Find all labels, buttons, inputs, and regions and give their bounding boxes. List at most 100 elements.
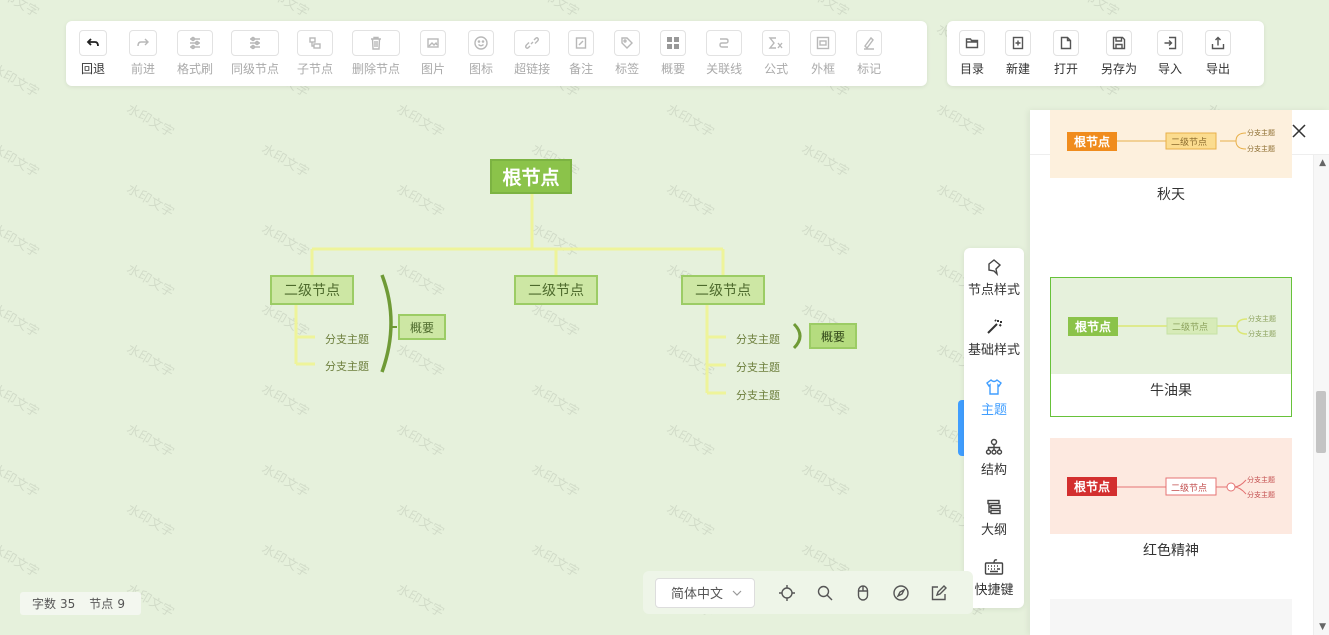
mark-button[interactable]: 标记 bbox=[856, 30, 883, 77]
association-line-button[interactable]: 关联线 bbox=[706, 30, 742, 77]
word-count-value: 35 bbox=[60, 596, 76, 611]
formula-icon bbox=[762, 30, 791, 56]
scrollbar-thumb[interactable] bbox=[1316, 391, 1326, 453]
search-icon bbox=[817, 585, 833, 600]
summary-label: 概要 bbox=[661, 62, 686, 76]
preview-branch: 分支主题 bbox=[1248, 330, 1276, 338]
branch-topic[interactable]: 分支主题 bbox=[736, 331, 780, 347]
redo-icon bbox=[129, 30, 157, 56]
open-label: 打开 bbox=[1053, 62, 1078, 76]
export-icon bbox=[1205, 30, 1232, 56]
mouse-mode-button[interactable] bbox=[853, 583, 873, 603]
summary-brace-right bbox=[792, 322, 802, 350]
second-level-node-1[interactable]: 二级节点 bbox=[270, 275, 354, 305]
outer-frame-button[interactable]: 外框 bbox=[810, 30, 837, 77]
theme-name: 牛油果 bbox=[1150, 383, 1192, 399]
theme-card-next[interactable] bbox=[1050, 599, 1292, 635]
outline-icon bbox=[987, 499, 1001, 515]
note-button[interactable]: 备注 bbox=[568, 30, 595, 77]
root-node[interactable]: 根节点 bbox=[490, 159, 572, 194]
open-button[interactable]: 打开 bbox=[1053, 30, 1079, 77]
second-level-node-2[interactable]: 二级节点 bbox=[514, 275, 598, 305]
outer-frame-icon bbox=[810, 30, 837, 56]
right-sidebar-nav: 节点样式 基础样式 主题 结构 大纲 快捷键 bbox=[964, 248, 1024, 608]
navigator-button[interactable] bbox=[891, 583, 911, 603]
summary-node-1[interactable]: 概要 bbox=[398, 314, 446, 340]
child-node-button[interactable]: 子节点 bbox=[297, 30, 333, 77]
theme-card-avocado[interactable]: 根节点 二级节点 分支主题 分支主题 牛油果 bbox=[1050, 277, 1292, 417]
new-button[interactable]: 新建 bbox=[1005, 30, 1031, 77]
nav-label: 节点样式 bbox=[967, 283, 1020, 298]
export-label: 导出 bbox=[1206, 62, 1231, 76]
delete-node-button[interactable]: 删除节点 bbox=[352, 30, 400, 77]
format-brush-icon bbox=[177, 30, 213, 56]
format-brush-label: 格式刷 bbox=[177, 62, 214, 76]
nav-theme[interactable]: 主题 bbox=[964, 378, 1024, 418]
import-label: 导入 bbox=[1158, 62, 1183, 76]
delete-node-label: 删除节点 bbox=[352, 62, 401, 76]
word-count-label: 字数 bbox=[32, 597, 57, 611]
structure-icon bbox=[985, 438, 1003, 455]
undo-button[interactable]: 回退 bbox=[79, 30, 107, 77]
theme-card-autumn[interactable]: 根节点 二级节点 分支主题 分支主题 秋天 bbox=[1050, 110, 1292, 204]
image-button[interactable]: 图片 bbox=[420, 30, 447, 77]
scroll-down-icon[interactable]: ▼ bbox=[1319, 622, 1326, 632]
nav-label: 基础样式 bbox=[967, 343, 1020, 358]
tag-button[interactable]: 标签 bbox=[614, 30, 641, 77]
format-brush-button[interactable]: 格式刷 bbox=[177, 30, 213, 77]
preview-second: 二级节点 bbox=[1172, 323, 1209, 333]
theme-preview: 根节点 二级节点 分支主题 分支主题 bbox=[1050, 438, 1292, 534]
folder-icon bbox=[959, 30, 985, 56]
nav-label: 快捷键 bbox=[974, 583, 1014, 598]
nav-outline[interactable]: 大纲 bbox=[964, 498, 1024, 538]
undo-icon bbox=[79, 30, 107, 56]
theme-preview: 根节点 二级节点 分支主题 分支主题 bbox=[1050, 110, 1292, 178]
close-icon[interactable] bbox=[1291, 123, 1307, 139]
preview-branch: 分支主题 bbox=[1247, 491, 1275, 499]
locate-button[interactable] bbox=[777, 583, 797, 603]
export-button[interactable]: 导出 bbox=[1205, 30, 1232, 77]
scroll-up-icon[interactable]: ▲ bbox=[1319, 158, 1326, 168]
summary-button[interactable]: 概要 bbox=[660, 30, 687, 77]
outer-frame-label: 外框 bbox=[811, 62, 836, 76]
preview-branch: 分支主题 bbox=[1247, 129, 1275, 137]
formula-button[interactable]: 公式 bbox=[762, 30, 791, 77]
nav-shortcuts[interactable]: 快捷键 bbox=[964, 558, 1024, 598]
mark-icon bbox=[856, 30, 883, 56]
keyboard-icon bbox=[984, 559, 1004, 575]
search-button[interactable] bbox=[815, 583, 835, 603]
nav-basic-style[interactable]: 基础样式 bbox=[964, 318, 1024, 358]
branch-topic[interactable]: 分支主题 bbox=[325, 358, 369, 374]
redo-button[interactable]: 前进 bbox=[129, 30, 157, 77]
navigator-icon bbox=[893, 584, 909, 601]
import-button[interactable]: 导入 bbox=[1157, 30, 1184, 77]
theme-name: 红色精神 bbox=[1143, 543, 1199, 559]
preview-root: 根节点 bbox=[1068, 317, 1118, 336]
preview-branch: 分支主题 bbox=[1248, 315, 1276, 323]
language-select[interactable]: 简体中文 bbox=[655, 577, 755, 608]
nav-structure[interactable]: 结构 bbox=[964, 438, 1024, 478]
nav-node-style[interactable]: 节点样式 bbox=[964, 258, 1024, 298]
branch-topic[interactable]: 分支主题 bbox=[736, 387, 780, 403]
emoji-icon bbox=[468, 30, 495, 56]
second-level-node-3[interactable]: 二级节点 bbox=[681, 275, 765, 305]
theme-card-red-spirit[interactable]: 根节点 二级节点 分支主题 分支主题 红色精神 bbox=[1050, 438, 1292, 560]
association-line-label: 关联线 bbox=[706, 62, 743, 76]
delete-node-icon bbox=[352, 30, 401, 56]
child-node-label: 子节点 bbox=[297, 62, 334, 76]
summary-brace-left bbox=[380, 274, 393, 373]
summary-node-2[interactable]: 概要 bbox=[809, 323, 857, 349]
sibling-node-button[interactable]: 同级节点 bbox=[231, 30, 279, 77]
sibling-node-icon bbox=[231, 30, 280, 56]
icon-label: 图标 bbox=[469, 62, 494, 76]
branch-topic[interactable]: 分支主题 bbox=[736, 359, 780, 375]
save-as-button[interactable]: 另存为 bbox=[1101, 30, 1137, 77]
hyperlink-button[interactable]: 超链接 bbox=[514, 30, 550, 77]
new-label: 新建 bbox=[1005, 62, 1030, 76]
branch-topic[interactable]: 分支主题 bbox=[325, 331, 369, 347]
language-value: 简体中文 bbox=[671, 587, 724, 602]
directory-button[interactable]: 目录 bbox=[959, 30, 985, 77]
nav-label: 主题 bbox=[980, 403, 1007, 418]
icon-button[interactable]: 图标 bbox=[468, 30, 495, 77]
edit-mode-button[interactable] bbox=[929, 583, 949, 603]
